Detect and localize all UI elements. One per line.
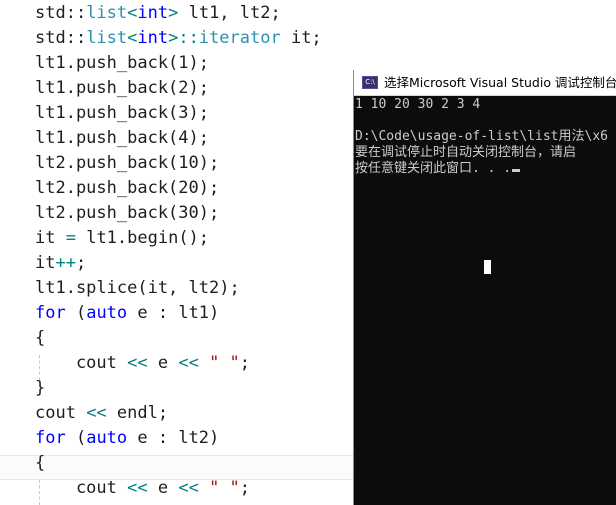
code-token: ( <box>65 303 87 323</box>
code-token: list <box>86 28 128 48</box>
code-line: lt1.push_back(3); <box>35 101 209 126</box>
code-line: lt1.push_back(4); <box>35 126 209 151</box>
code-line: std::list<int>::iterator it; <box>35 26 322 51</box>
console-prompt-line: 按任意键关闭此窗口. . . <box>355 161 521 177</box>
code-line: lt2.push_back(20); <box>35 176 219 201</box>
console-title: 选择Microsoft Visual Studio 调试控制台 <box>384 75 616 90</box>
code-token: >:: <box>168 28 199 48</box>
code-token: lt1, lt2; <box>178 3 281 23</box>
code-token: e <box>147 478 179 498</box>
code-token: << <box>178 353 199 373</box>
code-token: lt2.push_back(20); <box>35 178 220 198</box>
code-line: lt1.push_back(1); <box>35 51 209 76</box>
code-token: < <box>127 3 138 23</box>
code-token: } <box>35 378 46 398</box>
code-token: < <box>127 28 138 48</box>
code-token: ; <box>75 253 87 273</box>
code-token: cout <box>35 403 87 423</box>
code-line: for (auto e : lt1) <box>35 301 219 326</box>
code-line: { <box>35 326 45 351</box>
code-token: " " <box>209 353 240 373</box>
code-token: auto <box>86 303 128 323</box>
code-token: = <box>65 228 76 248</box>
code-token: " " <box>209 478 240 498</box>
code-token: { <box>35 328 46 348</box>
code-token: for <box>35 303 66 323</box>
code-line: lt2.push_back(10); <box>35 151 219 176</box>
code-token: cout <box>35 353 128 373</box>
code-token: int <box>137 3 169 23</box>
code-line: } <box>35 376 45 401</box>
console-output-line: 1 10 20 30 2 3 4 <box>355 97 481 112</box>
code-token: lt1.push_back(1); <box>35 53 209 73</box>
code-token: endl; <box>106 403 169 423</box>
code-line: lt1.push_back(2); <box>35 76 209 101</box>
console-path-line: D:\Code\usage-of-list\list用法\x6 <box>355 129 608 144</box>
code-token: auto <box>86 428 128 448</box>
code-token: lt1.splice(it, lt2); <box>35 278 240 298</box>
console-output-area[interactable]: 1 10 20 30 2 3 4 D:\Code\usage-of-list\l… <box>355 97 616 505</box>
console-titlebar[interactable]: C:\ 选择Microsoft Visual Studio 调试控制台 <box>354 70 616 96</box>
code-token: e : lt2) <box>127 428 220 448</box>
code-token: lt1.push_back(2); <box>35 78 209 98</box>
code-line: for (auto e : lt2) <box>35 426 219 451</box>
debug-console-window[interactable]: C:\ 选择Microsoft Visual Studio 调试控制台 1 10… <box>353 70 616 505</box>
code-token: cout <box>35 478 128 498</box>
code-token: ; <box>239 353 251 373</box>
code-line: lt1.splice(it, lt2); <box>35 276 240 301</box>
code-line: { <box>35 451 45 476</box>
code-line: it++; <box>35 251 86 276</box>
console-prompt-text: 按任意键关闭此窗口. . . <box>355 161 512 176</box>
code-token: std:: <box>35 28 87 48</box>
code-token: std:: <box>35 3 87 23</box>
code-line: it = lt1.begin(); <box>35 226 209 251</box>
console-text-cursor <box>512 169 521 172</box>
code-token: it <box>35 253 56 273</box>
code-token: list <box>86 3 128 23</box>
code-token: lt1.push_back(4); <box>35 128 209 148</box>
code-token: << <box>127 353 148 373</box>
console-app-icon: C:\ <box>362 76 378 89</box>
code-token: iterator <box>198 28 281 48</box>
code-token: lt2.push_back(30); <box>35 203 220 223</box>
code-line: lt2.push_back(30); <box>35 201 219 226</box>
console-block-cursor <box>484 260 491 274</box>
code-token: int <box>137 28 169 48</box>
code-token: > <box>168 3 179 23</box>
code-line: cout << e << " "; <box>35 351 250 376</box>
code-token: << <box>86 403 107 423</box>
code-token: << <box>127 478 148 498</box>
code-token: for <box>35 428 66 448</box>
code-token: lt2.push_back(10); <box>35 153 220 173</box>
code-token: { <box>35 453 46 473</box>
code-token: e : lt1) <box>127 303 220 323</box>
code-token: lt1.begin(); <box>75 228 210 248</box>
code-line: cout << e << " "; <box>35 476 250 501</box>
code-token: ++ <box>55 253 76 273</box>
code-line: cout << endl; <box>35 401 168 426</box>
code-line: std::list<int> lt1, lt2; <box>35 1 281 26</box>
code-token: << <box>178 478 199 498</box>
code-token: lt1.push_back(3); <box>35 103 209 123</box>
code-token: ; <box>239 478 251 498</box>
code-token: e <box>147 353 179 373</box>
console-message-line: 要在调试停止时自动关闭控制台，请启 <box>355 145 577 160</box>
code-token: it; <box>280 28 322 48</box>
code-token: it <box>35 228 66 248</box>
code-token: ( <box>65 428 87 448</box>
